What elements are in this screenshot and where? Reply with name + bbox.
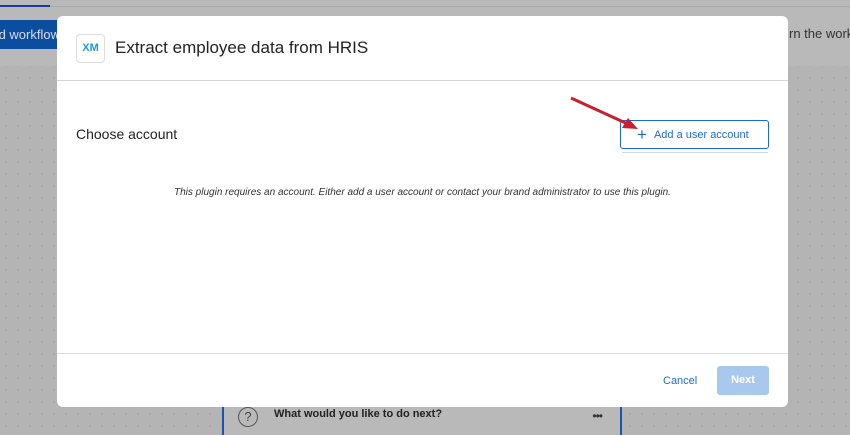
footer-divider bbox=[57, 353, 788, 354]
card-title: What would you like to do next? bbox=[274, 408, 443, 420]
return-to-old-workflow-button[interactable]: Return to old workflow bbox=[0, 20, 60, 49]
cancel-button[interactable]: Cancel bbox=[663, 375, 697, 387]
annotation-arrow-icon bbox=[570, 96, 638, 129]
divider bbox=[0, 6, 850, 7]
question-icon: ? bbox=[238, 407, 258, 427]
extract-data-dialog: XM Extract employee data from HRIS Choos… bbox=[57, 16, 788, 407]
choose-account-label: Choose account bbox=[76, 126, 178, 142]
dialog-header: XM Extract employee data from HRIS bbox=[57, 16, 788, 81]
active-tab-indicator bbox=[0, 5, 50, 7]
dialog-title: Extract employee data from HRIS bbox=[115, 38, 369, 57]
plugin-info-text: This plugin requires an account. Either … bbox=[174, 187, 671, 198]
next-button[interactable]: Next bbox=[717, 366, 769, 395]
background-text: rn the workflow bbox=[789, 26, 850, 41]
add-account-label: Add a user account bbox=[653, 128, 749, 141]
xm-logo-icon: XM bbox=[76, 33, 105, 63]
divider bbox=[622, 152, 768, 153]
more-menu-icon[interactable]: ••• bbox=[592, 409, 603, 423]
